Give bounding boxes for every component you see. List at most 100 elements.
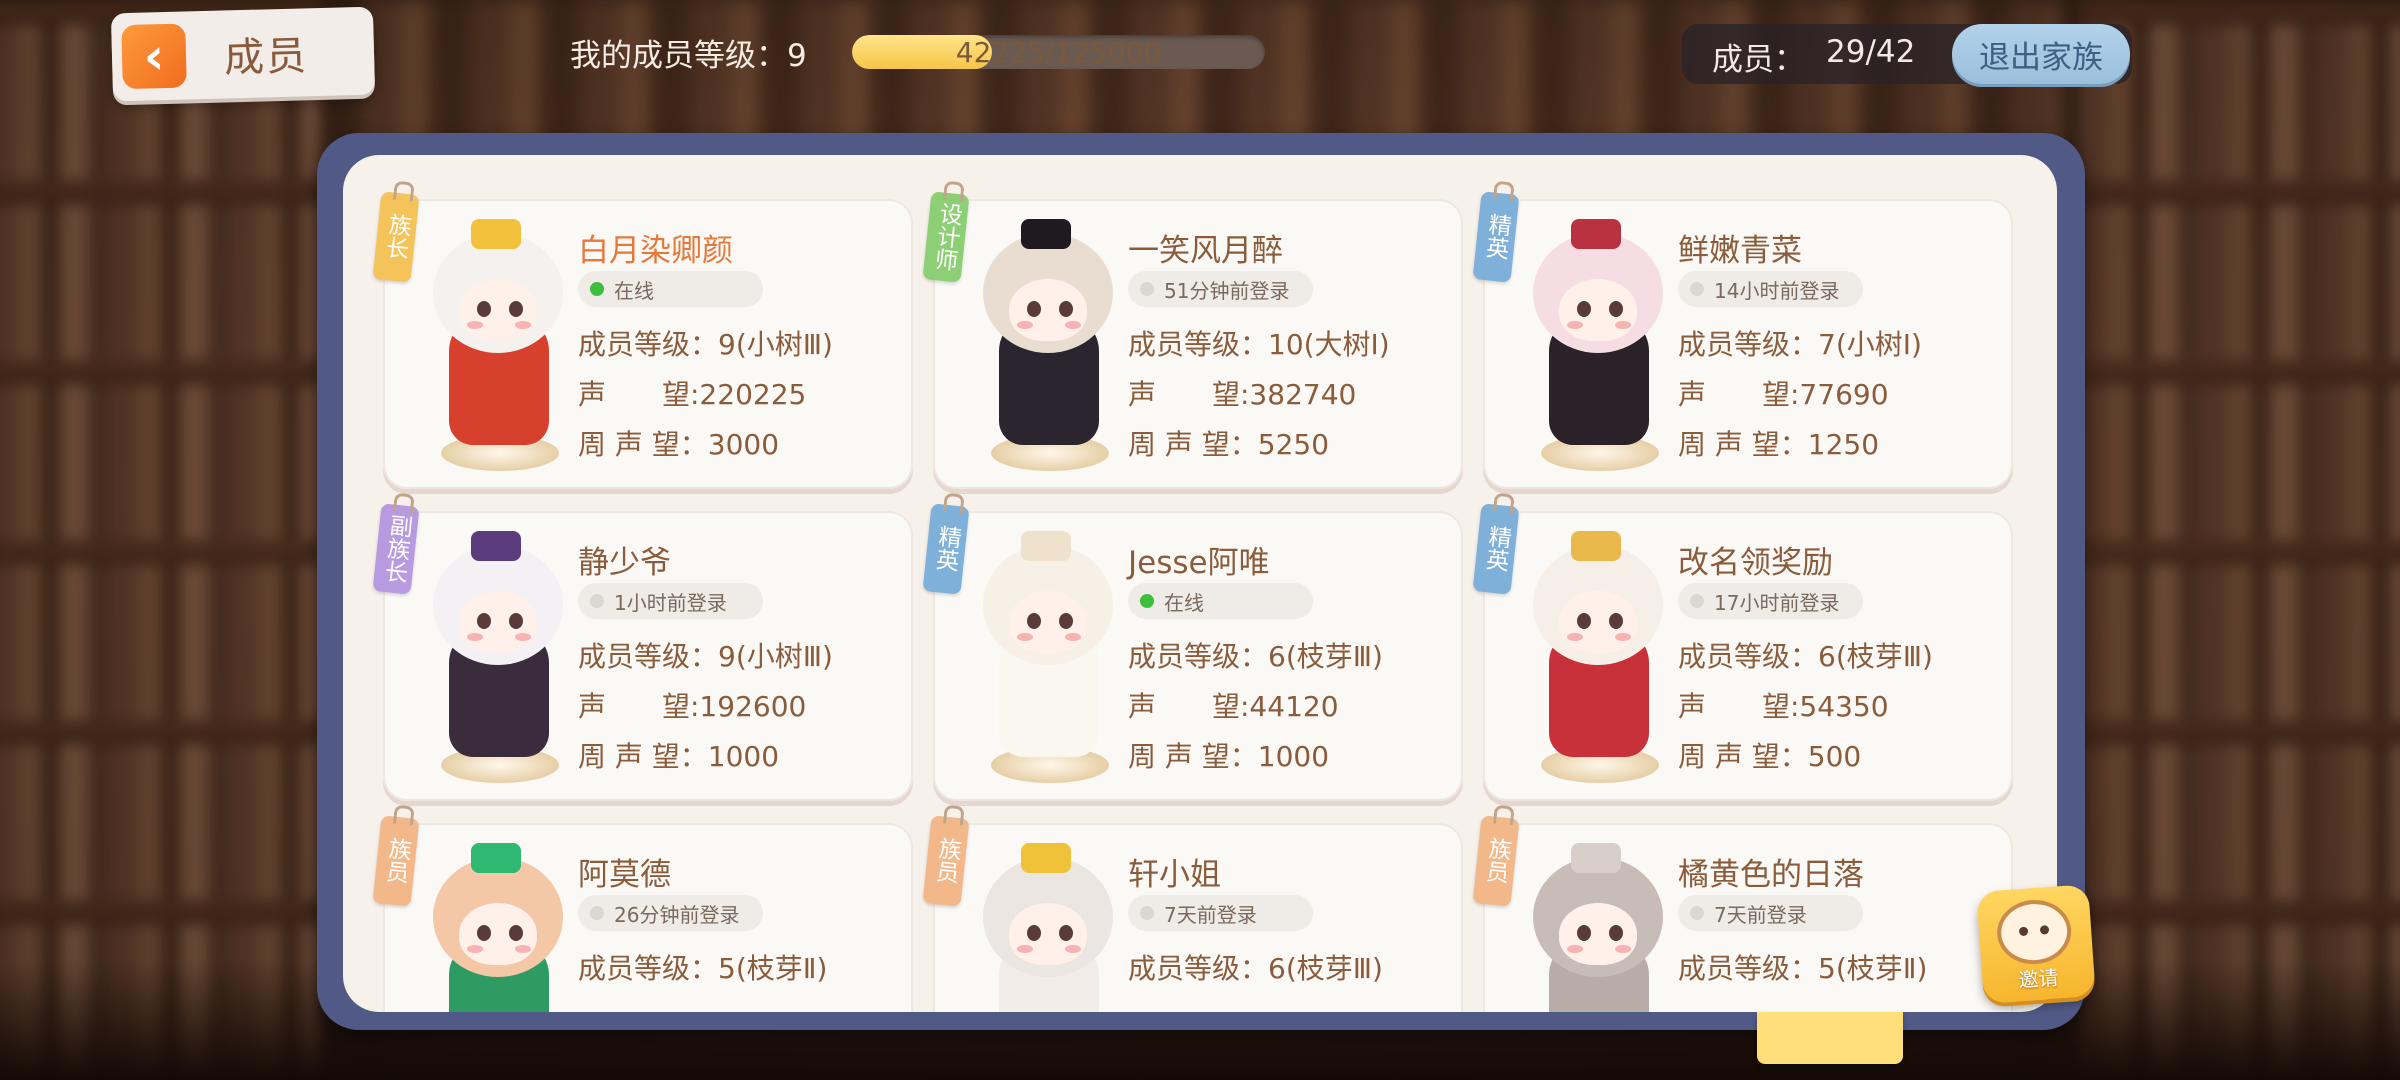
- avatar-face: [1559, 903, 1637, 965]
- avatar-eye: [509, 301, 523, 317]
- avatar-blush: [1065, 633, 1081, 641]
- member-weekly-prestige: 周 声 望：1000: [1128, 740, 1330, 773]
- member-status-text: 14小时前登录: [1714, 278, 1840, 303]
- avatar-eye: [1609, 613, 1623, 629]
- bookshelf-right: [2080, 0, 2400, 1080]
- status-dot-icon: [1140, 282, 1154, 296]
- member-grid: 族长 白月染卿颜 在线 成员等级：9(小树Ⅲ) 声 望:220225 周 声 望…: [372, 191, 2017, 1012]
- member-avatar: [401, 205, 571, 475]
- avatar-accessory: [1021, 531, 1071, 561]
- member-name: 静少爷: [578, 545, 671, 581]
- back-button[interactable]: ‹ 成员: [110, 6, 376, 102]
- my-member-level: 我的成员等级：9: [570, 38, 807, 74]
- avatar-blush: [1615, 321, 1631, 329]
- avatar-blush: [1615, 945, 1631, 953]
- avatar-eye: [477, 301, 491, 317]
- avatar-blush: [515, 945, 531, 953]
- avatar-eye: [1609, 301, 1623, 317]
- back-arrow-icon: ‹: [121, 23, 187, 90]
- avatar-accessory: [1571, 843, 1621, 873]
- member-weekly-prestige: 周 声 望：1250: [1678, 428, 1880, 461]
- bookshelf-left: [0, 0, 320, 1080]
- member-level: 成员等级：6(枝芽Ⅲ): [1128, 952, 1383, 985]
- member-name: 阿莫德: [578, 857, 671, 893]
- member-status-badge: 7天前登录: [1678, 895, 1863, 931]
- avatar-eye: [1577, 613, 1591, 629]
- member-avatar: [951, 517, 1121, 787]
- member-level: 成员等级：7(小树Ⅰ): [1678, 328, 1922, 361]
- avatar-blush: [1567, 321, 1583, 329]
- member-status-badge: 在线: [578, 271, 763, 307]
- member-level: 成员等级：6(枝芽Ⅲ): [1128, 640, 1383, 673]
- member-card[interactable]: 精英 改名领奖励 17小时前登录 成员等级：6(枝芽Ⅲ) 声 望:54350 周…: [1472, 503, 2013, 801]
- avatar-face: [459, 591, 537, 653]
- leave-family-button[interactable]: 退出家族: [1952, 24, 2130, 84]
- avatar-face: [1559, 591, 1637, 653]
- member-card[interactable]: 精英 鲜嫩青菜 14小时前登录 成员等级：7(小树Ⅰ) 声 望:77690 周 …: [1472, 191, 2013, 489]
- member-prestige: 声 望:77690: [1678, 378, 1889, 411]
- member-weekly-prestige: 周 声 望：500: [1678, 740, 1862, 773]
- avatar-eye: [1577, 301, 1591, 317]
- status-dot-icon: [1690, 594, 1704, 608]
- member-status-text: 1小时前登录: [614, 590, 727, 615]
- avatar-blush: [467, 633, 483, 641]
- member-status-text: 7天前登录: [1714, 902, 1807, 927]
- status-dot-icon: [1140, 906, 1154, 920]
- member-card[interactable]: 族长 白月染卿颜 在线 成员等级：9(小树Ⅲ) 声 望:220225 周 声 望…: [372, 191, 913, 489]
- status-dot-icon: [590, 906, 604, 920]
- avatar-accessory: [471, 219, 521, 249]
- member-name: 鲜嫩青菜: [1678, 233, 1802, 269]
- avatar-face: [1009, 591, 1087, 653]
- avatar-accessory: [1021, 843, 1071, 873]
- member-level: 成员等级：6(枝芽Ⅲ): [1678, 640, 1933, 673]
- avatar-eye: [1609, 925, 1623, 941]
- avatar-eye: [477, 925, 491, 941]
- member-status-badge: 14小时前登录: [1678, 271, 1863, 307]
- avatar-face: [1009, 903, 1087, 965]
- avatar-accessory: [471, 531, 521, 561]
- member-level: 成员等级：9(小树Ⅲ): [578, 640, 833, 673]
- member-list-panel[interactable]: 族长 白月染卿颜 在线 成员等级：9(小树Ⅲ) 声 望:220225 周 声 望…: [343, 155, 2057, 1012]
- avatar-eye: [1059, 925, 1073, 941]
- bear-face-icon: [1995, 897, 2074, 967]
- status-dot-icon: [1690, 906, 1704, 920]
- avatar-blush: [1567, 945, 1583, 953]
- member-status-badge: 在线: [1128, 583, 1313, 619]
- avatar-eye: [1027, 301, 1041, 317]
- avatar-accessory: [471, 843, 521, 873]
- status-dot-icon: [1690, 282, 1704, 296]
- member-card[interactable]: 族员 橘黄色的日落 7天前登录 成员等级：5(枝芽Ⅱ): [1472, 815, 2013, 1012]
- member-avatar: [1501, 517, 1671, 787]
- exp-progress-bar: 42225/125000: [852, 35, 1265, 69]
- member-status-text: 在线: [614, 278, 654, 303]
- status-dot-icon: [590, 594, 604, 608]
- avatar-eye: [1027, 925, 1041, 941]
- avatar-blush: [1017, 633, 1033, 641]
- member-card[interactable]: 副族长 静少爷 1小时前登录 成员等级：9(小树Ⅲ) 声 望:192600 周 …: [372, 503, 913, 801]
- avatar-accessory: [1021, 219, 1071, 249]
- member-status-badge: 1小时前登录: [578, 583, 763, 619]
- avatar-accessory: [1571, 531, 1621, 561]
- invite-label: 邀请: [2017, 965, 2060, 993]
- member-name: Jesse阿唯: [1128, 545, 1270, 581]
- member-count-label: 成员：: [1712, 42, 1805, 78]
- member-count-value: 29/42: [1826, 34, 1916, 70]
- exp-progress-text: 42225/125000: [955, 35, 1162, 69]
- member-status-text: 51分钟前登录: [1164, 278, 1290, 303]
- avatar-blush: [1065, 321, 1081, 329]
- status-dot-icon: [590, 282, 604, 296]
- member-card[interactable]: 族员 轩小姐 7天前登录 成员等级：6(枝芽Ⅲ): [922, 815, 1463, 1012]
- member-prestige: 声 望:44120: [1128, 690, 1339, 723]
- avatar-blush: [515, 321, 531, 329]
- member-status-badge: 26分钟前登录: [578, 895, 763, 931]
- member-card[interactable]: 族员 阿莫德 26分钟前登录 成员等级：5(枝芽Ⅱ): [372, 815, 913, 1012]
- member-name: 轩小姐: [1128, 857, 1221, 893]
- member-name: 改名领奖励: [1678, 545, 1833, 581]
- member-prestige: 声 望:192600: [578, 690, 807, 723]
- avatar-eye: [1577, 925, 1591, 941]
- member-card[interactable]: 精英 Jesse阿唯 在线 成员等级：6(枝芽Ⅲ) 声 望:44120 周 声 …: [922, 503, 1463, 801]
- invite-button[interactable]: 邀请: [1976, 884, 2096, 1004]
- member-name: 一笑风月醉: [1128, 233, 1283, 269]
- member-prestige: 声 望:382740: [1128, 378, 1357, 411]
- member-card[interactable]: 设计师 一笑风月醉 51分钟前登录 成员等级：10(大树Ⅰ) 声 望:38274…: [922, 191, 1463, 489]
